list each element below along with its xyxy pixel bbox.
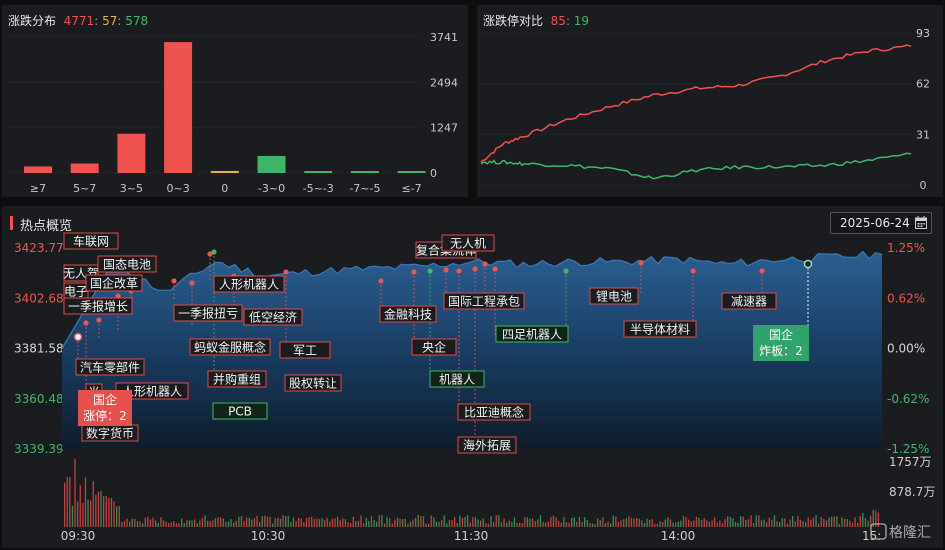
bar-8 [397,171,426,173]
date-picker[interactable]: 2025-06-24 [830,212,932,234]
limit-panel: 涨跌停对比 85: 19 93 62 31 0 [477,5,943,197]
category-label: ≤-7 [402,182,422,195]
y-tick-label: 0 [430,167,437,180]
bar-7 [350,171,379,173]
y-tick-label: 3741 [430,31,458,44]
category-label: 3~5 [120,182,143,195]
y-tick-label: 93 [916,27,930,40]
bar-0 [24,166,52,173]
calendar-icon[interactable] [915,216,927,229]
distribution-panel: 涨跌分布 4771: 57: 578 3741 2494 1247 0 ≥7 5~7 3~5… [2,5,468,197]
category-label: ≥7 [30,182,46,195]
category-label: -5~-3 [303,182,334,195]
y-tick-label: 31 [916,128,930,141]
category-label: 0~3 [166,182,189,195]
bar-2 [117,133,146,173]
category-label: -7~-5 [349,182,380,195]
bar-4 [210,170,239,173]
bar-1 [70,163,99,173]
y-tick-label: 62 [916,78,930,91]
category-label: 5~7 [73,182,96,195]
hot-title: 热点概览 [20,219,73,234]
bar-6 [304,171,333,173]
distribution-bar-chart: 3741 2494 1247 0 ≥7 5~7 3~5 0~3 0 -3~0 -5~-3 -7~-5 ≤… [10,31,458,195]
y-tick-label: 1247 [430,122,458,135]
limit-down-line [480,152,912,180]
category-label: -3~0 [258,182,285,195]
date-value: 2025-06-24 [840,216,910,230]
y-tick-label: 2494 [430,76,458,89]
y-tick-label: 0 [920,179,927,192]
bar-3 [164,42,193,173]
limit-line-chart: 93 62 31 0 [480,27,930,192]
category-label: 0 [221,182,228,195]
title-accent [10,216,13,230]
hot-panel: 热点概览 [2,206,943,548]
bar-5 [257,155,286,173]
limit-up-line [480,44,912,163]
